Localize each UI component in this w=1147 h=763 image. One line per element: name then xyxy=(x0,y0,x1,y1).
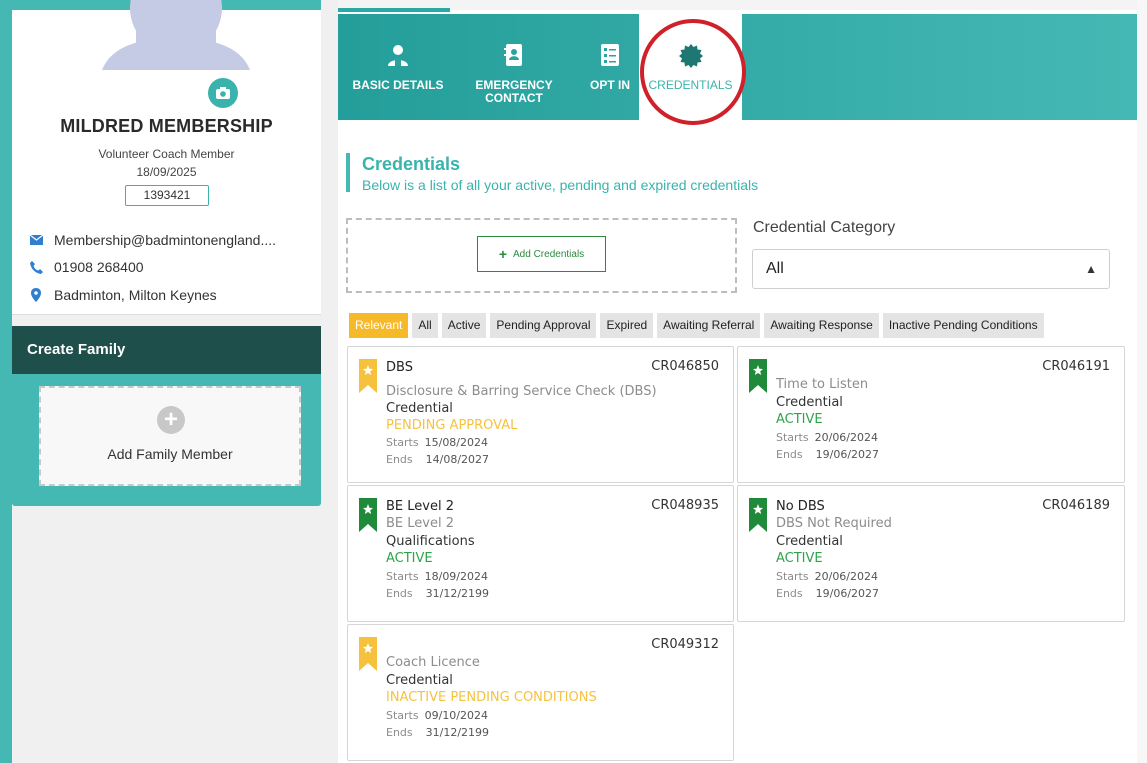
filter-pending-approval[interactable]: Pending Approval xyxy=(490,313,597,338)
credential-category: Credential xyxy=(776,395,843,410)
envelope-icon xyxy=(28,235,44,245)
credential-code: CR049312 xyxy=(651,637,719,652)
credential-card[interactable]: CR048935 BE Level 2 BE Level 2 Qualifica… xyxy=(347,485,734,622)
credential-end: Ends 31/12/2199 xyxy=(386,726,490,739)
credential-end: Ends 31/12/2199 xyxy=(386,587,490,600)
credential-name: DBS xyxy=(386,360,413,375)
right-margin xyxy=(1137,0,1147,763)
section-title: Credentials xyxy=(362,154,461,174)
bookmark-star-icon xyxy=(359,359,377,398)
credential-code: CR046850 xyxy=(651,359,719,374)
section-accent-bar xyxy=(346,153,350,192)
bookmark-star-icon xyxy=(749,498,767,537)
credential-description: BE Level 2 xyxy=(386,516,454,531)
contact-email[interactable]: Membership@badmintonengland.... xyxy=(28,231,276,249)
bookmark-star-icon xyxy=(359,637,377,676)
credential-category-value: All xyxy=(766,260,784,277)
credential-description: Coach Licence xyxy=(386,655,480,670)
credential-description: Disclosure & Barring Service Check (DBS) xyxy=(386,384,657,399)
credential-end: Ends 19/06/2027 xyxy=(776,587,880,600)
email-text: Membership@badmintonengland.... xyxy=(54,232,277,248)
filter-relevant[interactable]: Relevant xyxy=(349,313,409,338)
person-badge-icon xyxy=(387,44,409,69)
credential-category-label: Credential Category xyxy=(753,219,896,236)
tab-credentials[interactable]: CREDENTIALS xyxy=(639,14,742,120)
add-credentials-button[interactable]: + Add Credentials xyxy=(477,236,606,272)
credential-name: No DBS xyxy=(776,499,825,514)
checklist-icon xyxy=(601,44,619,69)
filter-bar: Relevant All Active Pending Approval Exp… xyxy=(349,313,1048,338)
add-credentials-label: Add Credentials xyxy=(513,248,585,260)
credential-start: Starts 20/06/2024 xyxy=(776,570,879,583)
credential-category: Credential xyxy=(776,534,843,549)
credential-description: DBS Not Required xyxy=(776,516,892,531)
phone-text: 01908 268400 xyxy=(54,259,144,275)
filter-expired[interactable]: Expired xyxy=(600,313,654,338)
tab-label: CREDENTIALS xyxy=(648,78,733,92)
select-arrows-icon: ▲ xyxy=(1085,262,1097,276)
profile-card: MILDRED MEMBERSHIP Volunteer Coach Membe… xyxy=(12,0,321,315)
contact-location: Badminton, Milton Keynes xyxy=(28,286,217,304)
tab-basic-details[interactable]: BASIC DETAILS xyxy=(346,14,450,120)
credential-card[interactable]: CR046850 DBS Disclosure & Barring Servic… xyxy=(347,346,734,483)
credential-code: CR046189 xyxy=(1042,498,1110,513)
credential-description: Time to Listen xyxy=(776,377,869,392)
contact-phone[interactable]: 01908 268400 xyxy=(28,258,144,276)
credential-status: PENDING APPROVAL xyxy=(386,418,518,433)
credential-category-select[interactable]: All ▲ xyxy=(752,249,1110,289)
credential-end: Ends 14/08/2027 xyxy=(386,453,490,466)
bookmark-star-icon xyxy=(359,498,377,537)
filter-active[interactable]: Active xyxy=(441,313,487,338)
credential-status: ACTIVE xyxy=(386,551,433,566)
phone-icon xyxy=(28,260,44,274)
filter-all[interactable]: All xyxy=(412,313,438,338)
map-pin-icon xyxy=(28,288,44,302)
avatar xyxy=(102,0,250,70)
credential-category: Qualifications xyxy=(386,534,475,549)
tab-label: EMERGENCY CONTACT xyxy=(475,78,553,105)
top-strip xyxy=(338,0,1137,10)
credential-card[interactable]: CR049312 Coach Licence Credential INACTI… xyxy=(347,624,734,761)
credential-category: Credential xyxy=(386,401,453,416)
credential-name: BE Level 2 xyxy=(386,499,454,514)
credential-end: Ends 19/06/2027 xyxy=(776,448,880,461)
location-text: Badminton, Milton Keynes xyxy=(54,287,217,303)
filter-inactive-pending-conditions[interactable]: Inactive Pending Conditions xyxy=(882,313,1044,338)
profile-role: Volunteer Coach Member xyxy=(98,147,235,161)
plus-circle-icon: + xyxy=(157,406,185,434)
add-family-member-button[interactable]: + Add Family Member xyxy=(39,386,301,486)
profile-name: MILDRED MEMBERSHIP xyxy=(60,116,273,136)
left-sidebar: MILDRED MEMBERSHIP Volunteer Coach Membe… xyxy=(0,0,325,763)
credential-start: Starts 09/10/2024 xyxy=(386,709,489,722)
credential-category: Credential xyxy=(386,673,453,688)
filter-awaiting-response[interactable]: Awaiting Response xyxy=(764,313,879,338)
profile-date: 18/09/2025 xyxy=(136,165,197,179)
tab-label: OPT IN xyxy=(589,78,630,92)
create-family-header: Create Family xyxy=(12,326,321,374)
filter-awaiting-referral[interactable]: Awaiting Referral xyxy=(657,313,761,338)
member-id-badge: 1393421 xyxy=(125,185,209,206)
plus-icon: + xyxy=(498,246,508,262)
tab-emergency-contact[interactable]: EMERGENCY CONTACT xyxy=(468,14,560,120)
sidebar-accent-strip xyxy=(0,0,12,763)
credential-status: ACTIVE xyxy=(776,412,823,427)
credential-code: CR048935 xyxy=(651,498,719,513)
credential-code: CR046191 xyxy=(1042,359,1110,374)
top-accent xyxy=(338,8,450,12)
tab-label: BASIC DETAILS xyxy=(352,78,444,92)
bookmark-star-icon xyxy=(749,359,767,398)
contact-book-icon xyxy=(504,44,524,69)
credential-start: Starts 15/08/2024 xyxy=(386,436,489,449)
credential-start: Starts 20/06/2024 xyxy=(776,431,879,444)
credential-status: ACTIVE xyxy=(776,551,823,566)
credential-card[interactable]: CR046189 No DBS DBS Not Required Credent… xyxy=(737,485,1125,622)
credential-card[interactable]: CR046191 Time to Listen Credential ACTIV… xyxy=(737,346,1125,483)
badge-icon xyxy=(678,44,703,71)
credential-status: INACTIVE PENDING CONDITIONS xyxy=(386,690,597,705)
add-family-member-label: Add Family Member xyxy=(107,446,233,462)
section-subtitle: Below is a list of all your active, pend… xyxy=(362,177,759,193)
tab-opt-in[interactable]: OPT IN xyxy=(584,14,636,120)
camera-icon[interactable] xyxy=(208,78,238,108)
credential-start: Starts 18/09/2024 xyxy=(386,570,489,583)
